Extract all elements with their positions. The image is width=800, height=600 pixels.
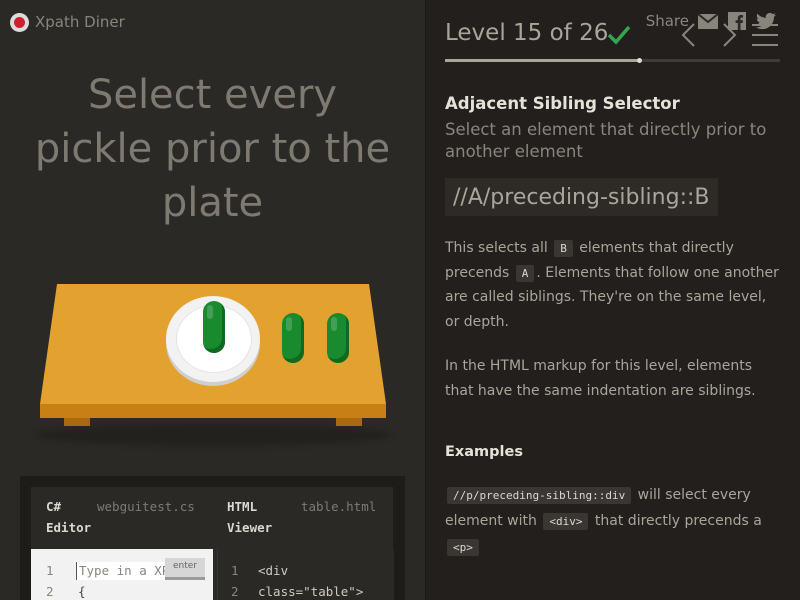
next-level-icon[interactable] [716,22,740,48]
pickle[interactable] [282,313,304,363]
previous-level-icon[interactable] [678,22,702,48]
table-edge [40,404,386,418]
level-progress-fill [445,59,639,62]
instruction-line: Select every [87,72,338,118]
html-code-line: class="table"> [258,584,364,599]
level-complete-check-icon [607,25,631,45]
level-indicator[interactable]: Level 15 of 26 [445,20,608,46]
example: //p/preceding-sibling::div will select e… [445,482,780,560]
desc-text: This selects all [445,240,548,256]
line-number: 2 [46,584,54,599]
line-number: 1 [46,563,54,578]
selector-title: Adjacent Sibling Selector [445,94,680,113]
instruction-line: pickle prior to the [34,126,391,172]
csharp-editor-title: C# [46,499,62,514]
instruction-line: plate [161,180,264,226]
level-instruction: Select every pickle prior to the plate [20,68,405,230]
xpath-input[interactable]: Type in a XPath [76,562,165,580]
diner-logo-icon [10,12,29,32]
lesson-description: This selects all B elements that directl… [445,236,780,334]
selector-subtitle: Select an element that directly prior to… [445,120,767,161]
tag-a: A [515,264,535,282]
tag-div: <div> [543,513,589,530]
table-leg [336,418,362,426]
html-file-name: table.html [301,499,377,514]
pickle[interactable] [327,313,349,363]
tag-p: <p> [447,539,479,556]
csharp-editor-title-2: Editor [46,520,92,535]
selector-syntax: //A/preceding-sibling::B [445,178,718,216]
enter-button[interactable]: enter [165,558,205,580]
html-viewer-title: HTML [227,499,258,514]
example-code: //p/preceding-sibling::div [447,487,632,504]
brand-name: Xpath Diner [35,13,125,31]
html-code-line: <div [258,563,289,578]
table-shadow [36,424,392,446]
line-number: 2 [231,584,239,599]
table-leg [64,418,90,426]
menu-icon[interactable] [750,22,780,48]
lesson-description-siblings: In the HTML markup for this level, eleme… [445,358,756,399]
code-line: { [78,584,86,599]
csharp-file-name: webguitest.cs [97,499,195,514]
line-number: 1 [231,563,239,578]
example-text: that directly precends a [594,513,762,529]
pickle-on-plate[interactable] [203,301,225,353]
brand[interactable]: Xpath Diner [10,12,125,32]
level-progress-marker [637,58,642,63]
examples-title: Examples [445,444,523,460]
html-viewer-title-2: Viewer [227,520,273,535]
tag-b: B [554,240,573,257]
